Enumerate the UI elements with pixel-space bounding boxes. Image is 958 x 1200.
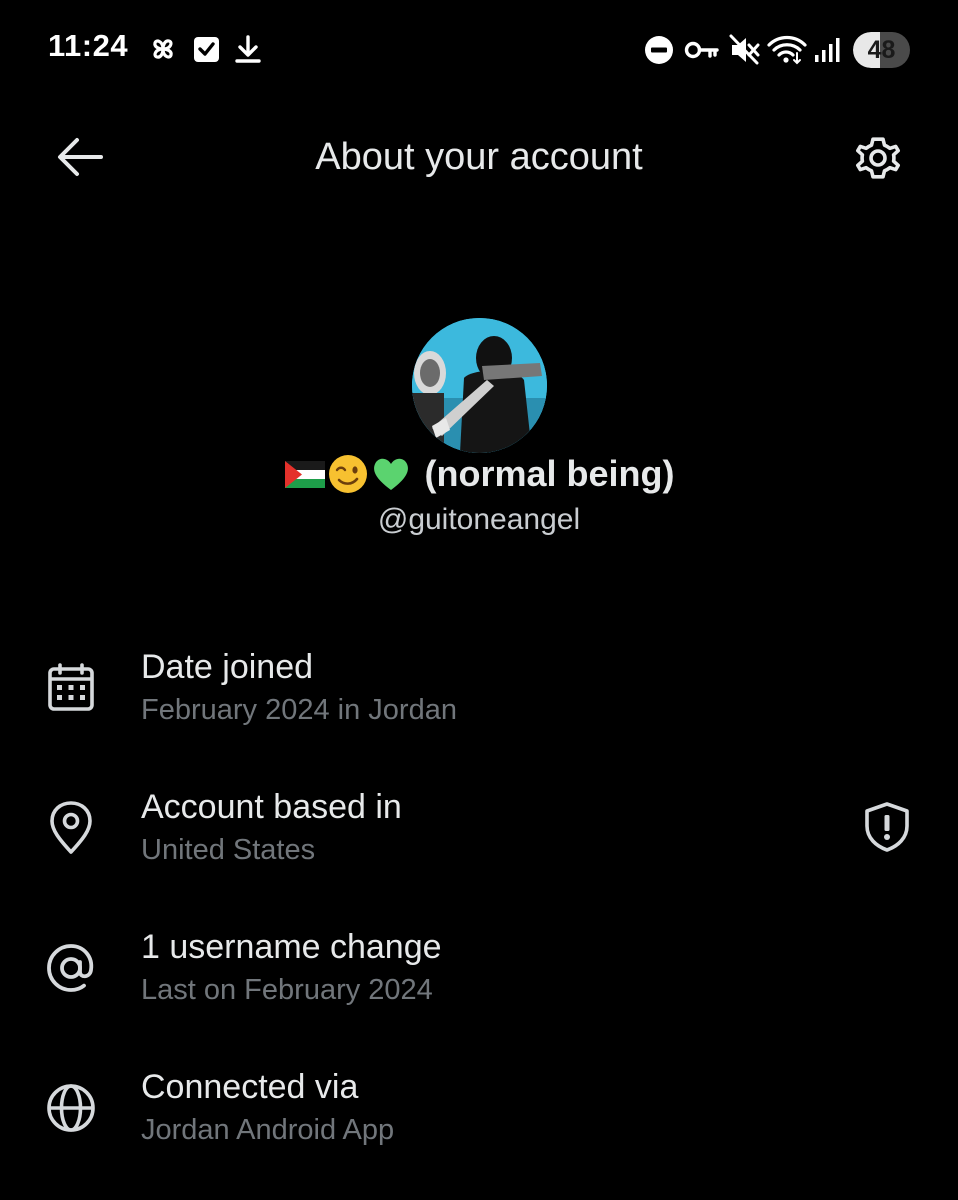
detail-title: Date joined (141, 648, 314, 686)
detail-subtitle: Jordan Android App (141, 1114, 395, 1146)
green-heart-emoji (370, 453, 412, 495)
calendar-icon (40, 657, 102, 719)
detail-subtitle: Last on February 2024 (141, 974, 433, 1006)
detail-subtitle: February 2024 in Jordan (141, 694, 457, 726)
battery-indicator: 48 (853, 32, 910, 68)
do-not-disturb-icon (643, 32, 675, 66)
checkbox-icon (191, 32, 223, 66)
detail-subtitle: United States (141, 834, 316, 866)
at-sign-icon (40, 937, 102, 999)
wifi-icon (767, 32, 807, 66)
globe-icon (40, 1077, 102, 1139)
page-title: About your account (315, 136, 643, 178)
detail-title: Account based in (141, 788, 402, 826)
profile-handle: @guitoneangel (377, 503, 581, 536)
muted-icon (729, 32, 761, 66)
avatar[interactable] (412, 318, 547, 453)
status-bar: 11:24 48 (0, 0, 958, 100)
gear-icon (851, 131, 905, 190)
detail-username-changes: 1 username change Last on February 2024 (0, 920, 958, 1030)
palestine-flag-emoji (284, 453, 326, 495)
shield-alert-icon[interactable] (858, 798, 916, 856)
detail-title: Connected via (141, 1068, 359, 1106)
vpn-key-icon (684, 32, 720, 66)
location-pin-icon (40, 797, 102, 859)
settings-button[interactable] (846, 128, 910, 192)
pinwheel-icon (147, 32, 179, 66)
download-icon (232, 32, 264, 66)
detail-account-based-in: Account based in United States (0, 780, 958, 890)
display-name: (normal being) (424, 453, 675, 494)
detail-date-joined: Date joined February 2024 in Jordan (0, 640, 958, 750)
winking-face-emoji (327, 453, 369, 495)
cell-signal-icon (813, 32, 843, 66)
detail-connected-via: Connected via Jordan Android App (0, 1060, 958, 1170)
detail-title: 1 username change (141, 928, 442, 966)
display-name-row: (normal being) (0, 453, 958, 495)
battery-percent: 48 (867, 36, 896, 64)
status-time: 11:24 (48, 28, 129, 63)
